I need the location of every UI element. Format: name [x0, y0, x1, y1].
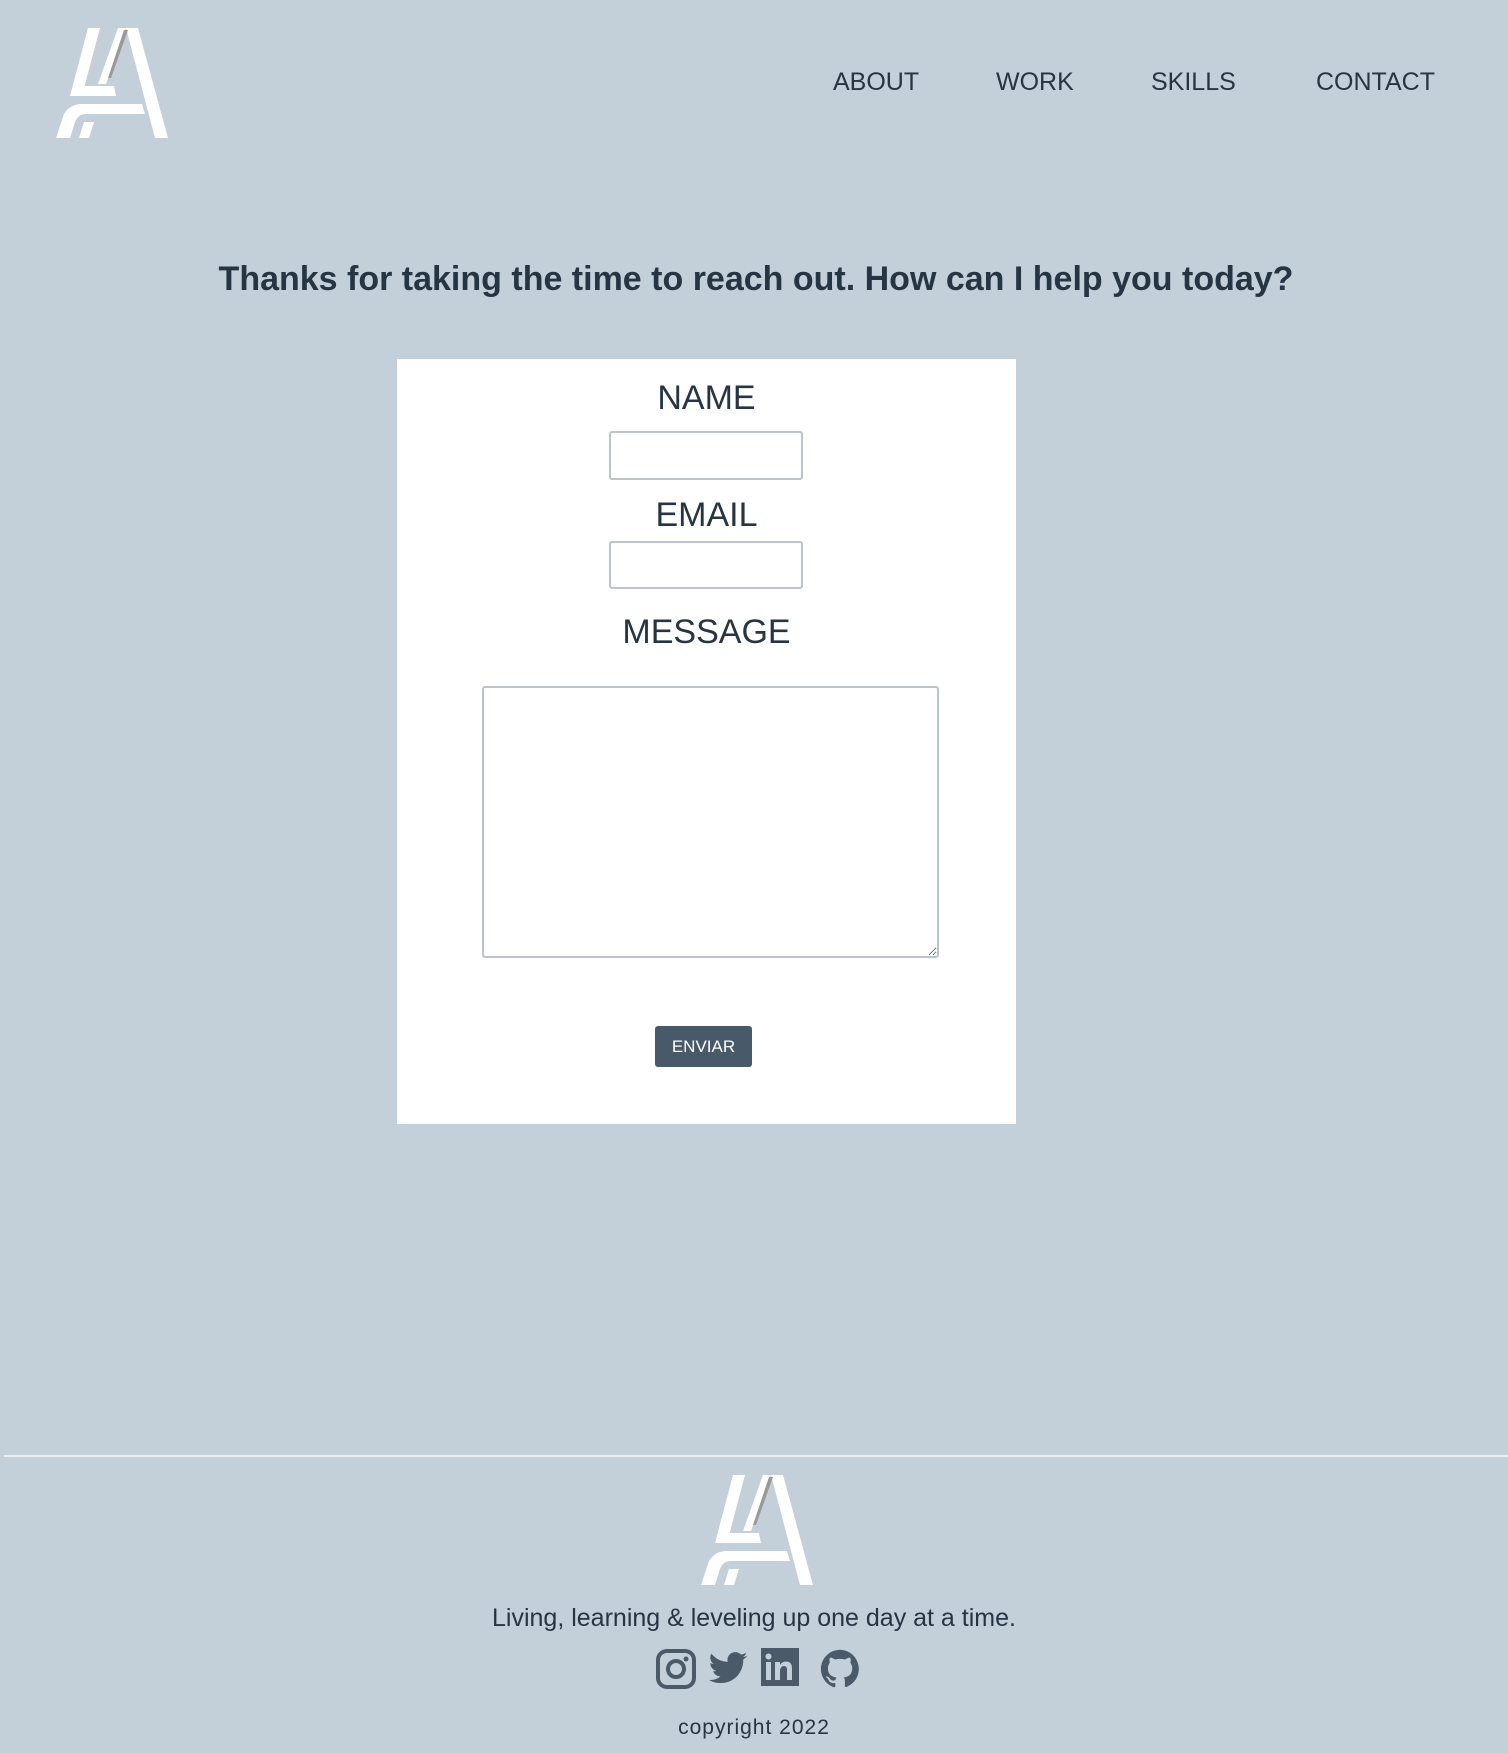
nav-contact[interactable]: CONTACT: [1316, 68, 1435, 97]
social-links: [655, 1648, 861, 1690]
message-textarea[interactable]: [482, 686, 939, 958]
message-label: MESSAGE: [622, 613, 791, 651]
copyright: copyright 2022: [678, 1716, 830, 1739]
instagram-icon[interactable]: [655, 1648, 697, 1690]
contact-form: NAME EMAIL MESSAGE ENVIAR: [397, 359, 1016, 1124]
nav-about[interactable]: ABOUT: [833, 68, 919, 97]
name-input[interactable]: [609, 431, 803, 480]
footer-logo: [701, 1475, 813, 1585]
github-icon[interactable]: [819, 1648, 861, 1690]
submit-button[interactable]: ENVIAR: [655, 1026, 752, 1067]
footer-tagline: Living, learning & leveling up one day a…: [492, 1604, 1016, 1632]
logo[interactable]: [56, 26, 168, 139]
name-label: NAME: [657, 379, 756, 417]
footer-divider: [4, 1455, 1508, 1457]
email-input[interactable]: [609, 541, 803, 589]
linkedin-icon[interactable]: [759, 1648, 801, 1690]
nav-work[interactable]: WORK: [996, 68, 1074, 97]
nav-skills[interactable]: SKILLS: [1151, 68, 1236, 97]
page-heading: Thanks for taking the time to reach out.…: [218, 260, 1294, 298]
email-label: EMAIL: [655, 496, 758, 534]
twitter-icon[interactable]: [707, 1648, 749, 1690]
